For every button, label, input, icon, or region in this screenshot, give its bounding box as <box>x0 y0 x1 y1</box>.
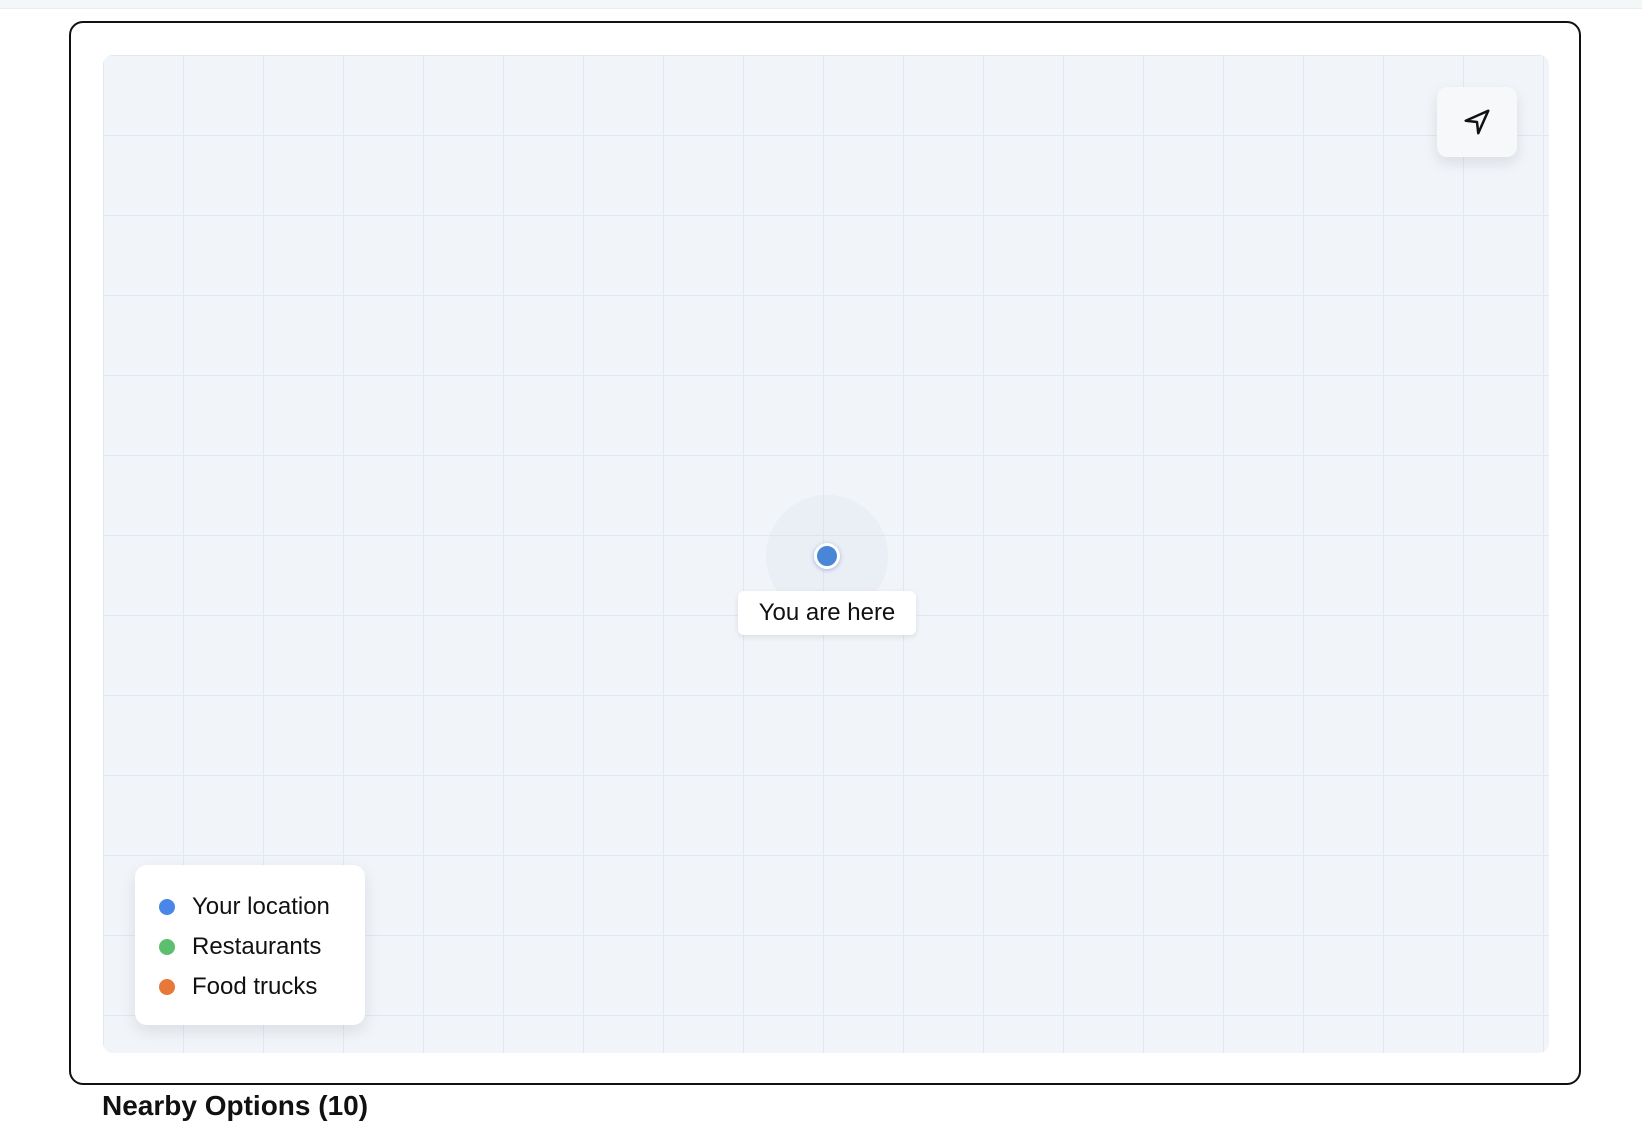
legend-label: Restaurants <box>192 933 322 960</box>
blue-dot-icon <box>159 899 175 915</box>
nearby-options-heading: Nearby Options (10) <box>102 1090 369 1121</box>
legend-label: Your location <box>192 893 330 920</box>
legend-label: Food trucks <box>192 973 318 1000</box>
map-legend: Your location Restaurants Food trucks <box>135 865 365 1025</box>
map-card: You are here Your location Restaurants F… <box>69 21 1581 1085</box>
user-location-marker[interactable] <box>814 543 840 569</box>
map-canvas[interactable]: You are here Your location Restaurants F… <box>103 55 1549 1053</box>
legend-item-food-trucks: Food trucks <box>159 967 365 1007</box>
legend-item-restaurants: Restaurants <box>159 927 365 967</box>
orange-dot-icon <box>159 979 175 995</box>
green-dot-icon <box>159 939 175 955</box>
navigation-arrow-icon <box>1464 109 1490 135</box>
you-are-here-label: You are here <box>738 591 916 635</box>
top-header-strip <box>0 0 1642 9</box>
legend-item-your-location: Your location <box>159 887 365 927</box>
recenter-button[interactable] <box>1437 87 1517 157</box>
